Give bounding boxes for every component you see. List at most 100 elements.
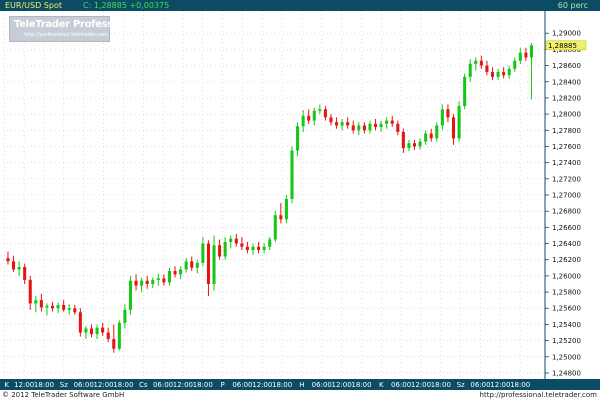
candle-body — [496, 72, 500, 77]
footer-url-link[interactable]: http://professional.teletrader.com — [480, 390, 597, 400]
teletrader-logo: TeleTrader Professional http://professio… — [9, 16, 139, 42]
candle-body — [379, 123, 383, 128]
candle-body — [6, 258, 10, 262]
x-tick-label: 12:00 — [411, 381, 431, 389]
candle-body — [268, 239, 272, 247]
y-tick-label: 1,29000 — [552, 30, 581, 38]
change-label: C: 1,28885 +0,00375 — [83, 1, 170, 10]
candle-body — [373, 123, 378, 128]
candle-body — [17, 266, 21, 270]
y-tick-label: 1,25600 — [552, 305, 581, 313]
candle-body — [140, 280, 144, 286]
y-tick-label: 1,28000 — [552, 111, 581, 119]
candle-body — [340, 122, 344, 126]
candle-body — [446, 109, 450, 118]
x-tick-label: 12:00 — [490, 381, 510, 389]
x-tick-label: 18:00 — [272, 381, 292, 389]
y-tick-label: 1,28200 — [552, 94, 581, 102]
candle-body — [351, 125, 355, 131]
x-tick-label: 18:00 — [193, 381, 213, 389]
candle-body — [245, 246, 249, 251]
candle-body — [206, 243, 210, 284]
candle — [78, 308, 82, 337]
candle-body — [479, 60, 483, 66]
candle-body — [312, 110, 316, 121]
y-tick-label: 1,25400 — [552, 321, 581, 329]
candle-body — [89, 328, 94, 335]
x-tick-label: 12:00 — [93, 381, 113, 389]
y-tick-label: 1,25200 — [552, 337, 581, 345]
x-tick-label: 18:00 — [113, 381, 133, 389]
candle-body — [468, 63, 472, 77]
candle-body — [390, 120, 394, 124]
candle-body — [474, 60, 478, 64]
x-tick-label: 06:00 — [312, 381, 332, 389]
x-tick-label: 18:00 — [34, 381, 54, 389]
candle-body — [23, 266, 27, 280]
candle-body — [240, 243, 244, 247]
last-price-marker: 1,28885 — [545, 40, 587, 51]
x-tick-label: 18:00 — [510, 381, 530, 389]
header-bar: EUR/USD Spot C: 1,28885 +0,00375 60 perc — [0, 0, 600, 11]
x-tick-label: Sz — [60, 381, 68, 389]
candle-body — [529, 45, 534, 58]
y-tick-label: 1,27200 — [552, 175, 581, 183]
y-tick-label: 1,26200 — [552, 256, 581, 264]
candle-body — [507, 68, 511, 76]
y-tick-label: 1,27800 — [552, 127, 581, 135]
candle-body — [296, 126, 300, 151]
y-tick-label: 1,25800 — [552, 289, 581, 297]
candle-body — [418, 141, 422, 147]
footer: © 2012 TeleTrader Software GmbH http://p… — [0, 390, 600, 400]
symbol-label[interactable]: EUR/USD Spot — [5, 0, 62, 11]
y-tick-label: 1,25000 — [552, 353, 581, 361]
candle-body — [151, 279, 155, 284]
candle-body — [490, 72, 495, 77]
candle-body — [223, 241, 227, 257]
candle-body — [451, 117, 456, 139]
candle-body — [385, 120, 389, 124]
copyright-text: © 2012 TeleTrader Software GmbH — [2, 391, 125, 399]
candle-body — [412, 143, 417, 147]
logo-title: TeleTrader Professional — [14, 19, 140, 30]
candle-body — [335, 122, 339, 126]
candle-body — [407, 143, 411, 149]
x-tick-label: 06:00 — [232, 381, 252, 389]
candle-body — [323, 109, 327, 118]
candle-body — [128, 280, 133, 310]
logo-url: http://professional.teletrader.com — [24, 32, 108, 38]
candle-body — [195, 262, 199, 268]
candle-body — [262, 246, 266, 251]
candle-body — [67, 308, 71, 310]
candlestick-chart[interactable]: 1,24800 1,25000 1,25200 1,25400 1,25600 1,258… — [0, 0, 600, 390]
x-tick-label: 06:00 — [470, 381, 490, 389]
candle-body — [45, 305, 49, 308]
x-tick-label: H — [299, 381, 304, 389]
candle-body — [485, 65, 489, 73]
candle-body — [279, 215, 283, 220]
candle-body — [184, 261, 188, 270]
y-tick-label: 1,28400 — [552, 78, 581, 86]
candle-body — [201, 243, 205, 263]
x-tick-label: 18:00 — [431, 381, 451, 389]
candle-body — [457, 106, 461, 139]
y-tick-label: 1,27000 — [552, 192, 581, 200]
candle-body — [502, 72, 506, 76]
candle-body — [290, 150, 294, 200]
x-tick-label: 12:00 — [332, 381, 352, 389]
candle — [463, 73, 467, 110]
candle-body — [463, 76, 467, 107]
candle-body — [95, 327, 99, 335]
candle-body — [518, 52, 522, 61]
interval-label[interactable]: 60 perc — [558, 0, 588, 11]
candle-body — [190, 261, 194, 268]
y-tick-label: 1,27600 — [552, 143, 581, 151]
candle-body — [368, 123, 372, 131]
candle-body — [62, 305, 66, 310]
candle-body — [28, 279, 32, 304]
candle-body — [229, 238, 233, 242]
candle-body — [346, 122, 350, 126]
candle-body — [173, 271, 177, 275]
x-tick-label: Cs — [139, 381, 148, 389]
candle-body — [123, 309, 127, 323]
